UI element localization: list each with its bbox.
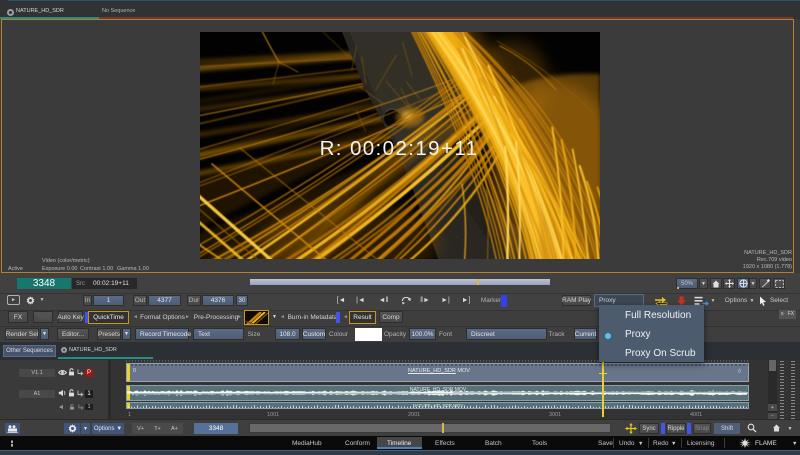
svg-text:R: 00:02:19+11: R: 00:02:19+11	[320, 137, 479, 160]
